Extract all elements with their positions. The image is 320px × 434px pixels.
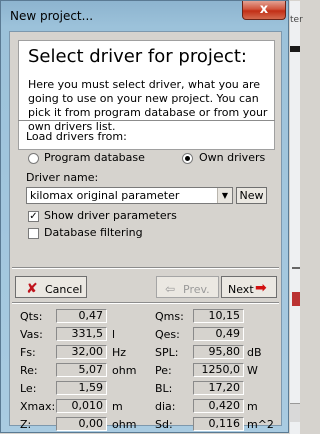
cancel-x-icon: ✘ xyxy=(26,281,38,297)
page-title: Select driver for project: xyxy=(28,46,247,67)
page-description: Here you must select driver, what you ar… xyxy=(28,78,268,133)
radio-program-database-label[interactable]: Program database xyxy=(44,151,145,164)
param-value: 0,49 xyxy=(193,327,244,341)
new-driver-button[interactable]: New xyxy=(236,187,267,204)
param-value: 331,5 xyxy=(56,327,107,341)
param-unit: dB xyxy=(247,346,262,359)
param-name: Vas: xyxy=(20,328,43,341)
background-window-strip: ter xyxy=(290,1,303,434)
next-button-label: Next xyxy=(228,283,254,296)
chevron-down-icon[interactable]: ▼ xyxy=(217,188,232,203)
driver-name-select[interactable]: kilomax original parameter ▼ xyxy=(26,187,233,204)
param-name: Le: xyxy=(20,382,37,395)
background-block xyxy=(292,267,300,269)
close-button[interactable]: x xyxy=(242,1,286,20)
param-unit: l xyxy=(112,328,116,341)
database-filtering-checkbox[interactable] xyxy=(28,228,39,239)
param-value: 5,07 xyxy=(56,363,107,377)
arrow-left-icon: ⇦ xyxy=(165,282,176,296)
param-value: 0,116 xyxy=(193,417,244,431)
param-name: Xmax: xyxy=(20,400,56,413)
database-filtering-label[interactable]: Database filtering xyxy=(44,226,143,239)
load-drivers-label: Load drivers from: xyxy=(26,130,127,143)
param-value: 0,010 xyxy=(56,399,107,413)
param-value: 1250,0 xyxy=(193,363,244,377)
window-title: New project... xyxy=(10,9,94,23)
radio-program-database[interactable] xyxy=(28,153,39,164)
param-name: Z: xyxy=(20,418,32,431)
next-button[interactable]: Next ➡ xyxy=(221,276,277,298)
cancel-button-label: Cancel xyxy=(45,283,83,296)
radio-own-drivers[interactable] xyxy=(182,153,193,164)
param-value: 95,80 xyxy=(193,345,244,359)
param-name: dia: xyxy=(155,400,176,413)
param-name: Re: xyxy=(20,364,38,377)
background-block xyxy=(290,46,300,52)
param-value: 32,00 xyxy=(56,345,107,359)
param-unit: m xyxy=(247,400,258,413)
driver-name-value: kilomax original parameter xyxy=(30,189,180,202)
background-block xyxy=(290,403,300,422)
cancel-button[interactable]: ✘ Cancel xyxy=(15,276,87,298)
prev-button-label: Prev. xyxy=(183,283,210,296)
param-name: SPL: xyxy=(155,346,179,359)
arrow-right-icon: ➡ xyxy=(255,280,267,296)
param-value: 0,420 xyxy=(193,399,244,413)
nav-divider-highlight xyxy=(12,268,279,269)
radio-own-drivers-label[interactable]: Own drivers xyxy=(199,151,265,164)
param-name: Pe: xyxy=(155,364,172,377)
param-name: Fs: xyxy=(20,346,36,359)
close-icon: x xyxy=(259,2,269,17)
prev-button[interactable]: ⇦ Prev. xyxy=(156,276,219,298)
param-unit: Hz xyxy=(112,346,127,359)
param-unit: ohm xyxy=(112,364,137,377)
param-name: Qts: xyxy=(20,310,43,323)
param-name: Qes: xyxy=(155,328,180,341)
param-value: 10,15 xyxy=(193,309,244,323)
title-bar[interactable]: New project... x xyxy=(1,1,290,31)
param-value: 0,47 xyxy=(56,309,107,323)
param-name: BL: xyxy=(155,382,173,395)
dialog-client-area: Select driver for project: Here you must… xyxy=(9,31,282,431)
new-driver-button-label: New xyxy=(239,189,264,202)
background-window-label: ter xyxy=(290,15,303,25)
param-name: Sd: xyxy=(155,418,173,431)
show-driver-parameters-checkbox[interactable]: ✓ xyxy=(28,211,39,222)
driver-name-label: Driver name: xyxy=(26,171,99,184)
param-name: Qms: xyxy=(155,310,184,323)
background-block xyxy=(292,292,300,306)
param-value: 17,20 xyxy=(193,381,244,395)
show-driver-parameters-label[interactable]: Show driver parameters xyxy=(44,209,177,222)
param-value: 1,59 xyxy=(56,381,107,395)
params-divider-highlight xyxy=(12,303,279,304)
param-unit: ohm xyxy=(112,418,137,431)
dialog-window: New project... x Select driver for proje… xyxy=(0,0,303,434)
param-unit: W xyxy=(247,364,258,377)
param-value: 0,00 xyxy=(56,417,107,431)
param-unit: m xyxy=(112,400,123,413)
header-divider xyxy=(18,120,275,121)
param-unit: m^2 xyxy=(247,418,274,431)
